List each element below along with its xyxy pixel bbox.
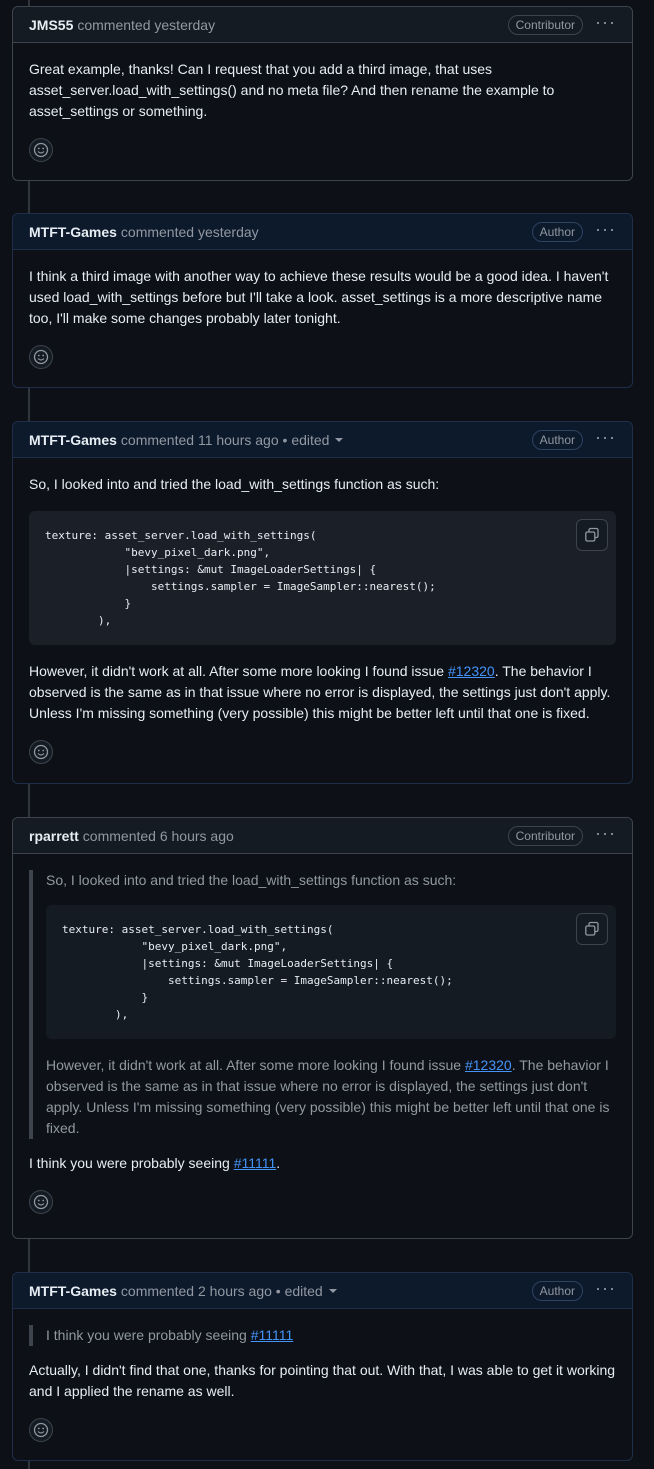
kebab-horizontal-icon[interactable]: ··· bbox=[595, 220, 616, 240]
quote-text: However, it didn't work at all. After so… bbox=[46, 1055, 616, 1139]
comment-jms55: JMS55 commented yesterday Contributor ··… bbox=[12, 6, 633, 181]
issue-link[interactable]: #12320 bbox=[448, 663, 495, 679]
comment-text: Great example, thanks! Can I request tha… bbox=[29, 61, 555, 119]
comment-timestamp[interactable]: commented 11 hours ago • edited bbox=[121, 432, 330, 448]
blockquote: So, I looked into and tried the load_wit… bbox=[29, 870, 616, 1139]
role-badge: Contributor bbox=[507, 825, 584, 846]
comment-mtft-2: MTFT-Games commented 11 hours ago • edit… bbox=[12, 421, 633, 784]
comment-text: I think you were probably seeing #11111. bbox=[29, 1153, 616, 1174]
comment-timestamp[interactable]: commented yesterday bbox=[121, 224, 259, 240]
comment-body: I think a third image with another way t… bbox=[13, 250, 632, 383]
text-segment: However, it didn't work at all. After so… bbox=[29, 663, 448, 679]
role-badge: Contributor bbox=[507, 14, 584, 35]
comment-body: So, I looked into and tried the load_wit… bbox=[13, 458, 632, 778]
smiley-icon[interactable] bbox=[29, 345, 53, 369]
comment-rparrett: rparrett commented 6 hours ago Contribut… bbox=[12, 817, 633, 1239]
kebab-horizontal-icon[interactable]: ··· bbox=[595, 1279, 616, 1299]
kebab-horizontal-icon[interactable]: ··· bbox=[595, 428, 616, 448]
copy-icon[interactable] bbox=[576, 913, 608, 945]
comment-text: I think a third image with another way t… bbox=[29, 268, 609, 326]
issue-link[interactable]: #11111 bbox=[234, 1155, 277, 1171]
comment-mtft-1: MTFT-Games commented yesterday Author ··… bbox=[12, 213, 633, 388]
smiley-icon[interactable] bbox=[29, 1418, 53, 1442]
comment-header: JMS55 commented yesterday Contributor ··… bbox=[13, 7, 632, 43]
text-segment: However, it didn't work at all. After so… bbox=[46, 1057, 465, 1073]
smiley-icon[interactable] bbox=[29, 740, 53, 764]
text-segment: I think you were probably seeing bbox=[46, 1327, 251, 1343]
code-block: texture: asset_server.load_with_settings… bbox=[29, 511, 616, 645]
issue-link[interactable]: #12320 bbox=[465, 1057, 512, 1073]
quote-text: So, I looked into and tried the load_wit… bbox=[46, 872, 457, 888]
comment-body: So, I looked into and tried the load_wit… bbox=[13, 854, 632, 1228]
kebab-horizontal-icon[interactable]: ··· bbox=[595, 824, 616, 844]
comment-body: I think you were probably seeing #11111 … bbox=[13, 1309, 632, 1456]
author-link[interactable]: MTFT-Games bbox=[29, 1283, 117, 1299]
quote-text: I think you were probably seeing #11111 bbox=[46, 1325, 616, 1346]
chevron-down-icon[interactable] bbox=[328, 1288, 337, 1293]
code-block: texture: asset_server.load_with_settings… bbox=[46, 905, 616, 1039]
comment-timestamp[interactable]: commented 6 hours ago bbox=[83, 828, 234, 844]
blockquote: I think you were probably seeing #11111 bbox=[29, 1325, 616, 1346]
text-segment: . bbox=[276, 1155, 281, 1171]
copy-icon[interactable] bbox=[576, 519, 608, 551]
comment-header: MTFT-Games commented 11 hours ago • edit… bbox=[13, 422, 632, 458]
comment-header: MTFT-Games commented 2 hours ago • edite… bbox=[13, 1273, 632, 1309]
text-segment: I think you were probably seeing bbox=[29, 1155, 234, 1171]
comment-body: Great example, thanks! Can I request tha… bbox=[13, 43, 632, 176]
comment-timestamp[interactable]: commented yesterday bbox=[77, 17, 215, 33]
comment-header: rparrett commented 6 hours ago Contribut… bbox=[13, 818, 632, 854]
kebab-horizontal-icon[interactable]: ··· bbox=[595, 13, 616, 33]
code-text: texture: asset_server.load_with_settings… bbox=[45, 529, 436, 627]
comment-text: Actually, I didn't find that one, thanks… bbox=[29, 1362, 616, 1399]
role-badge: Author bbox=[531, 1280, 584, 1301]
comment-header: MTFT-Games commented yesterday Author ··… bbox=[13, 214, 632, 250]
role-badge: Author bbox=[531, 429, 584, 450]
comment-text: However, it didn't work at all. After so… bbox=[29, 661, 616, 724]
chevron-down-icon[interactable] bbox=[335, 437, 344, 442]
author-link[interactable]: rparrett bbox=[29, 828, 79, 844]
smiley-icon[interactable] bbox=[29, 1190, 53, 1214]
comment-mtft-3: MTFT-Games commented 2 hours ago • edite… bbox=[12, 1272, 633, 1461]
smiley-icon[interactable] bbox=[29, 138, 53, 162]
code-text: texture: asset_server.load_with_settings… bbox=[62, 923, 453, 1021]
author-link[interactable]: MTFT-Games bbox=[29, 432, 117, 448]
author-link[interactable]: JMS55 bbox=[29, 17, 73, 33]
comment-text: So, I looked into and tried the load_wit… bbox=[29, 476, 440, 492]
role-badge: Author bbox=[531, 221, 584, 242]
comment-timestamp[interactable]: commented 2 hours ago • edited bbox=[121, 1283, 323, 1299]
issue-link[interactable]: #11111 bbox=[251, 1327, 294, 1343]
author-link[interactable]: MTFT-Games bbox=[29, 224, 117, 240]
